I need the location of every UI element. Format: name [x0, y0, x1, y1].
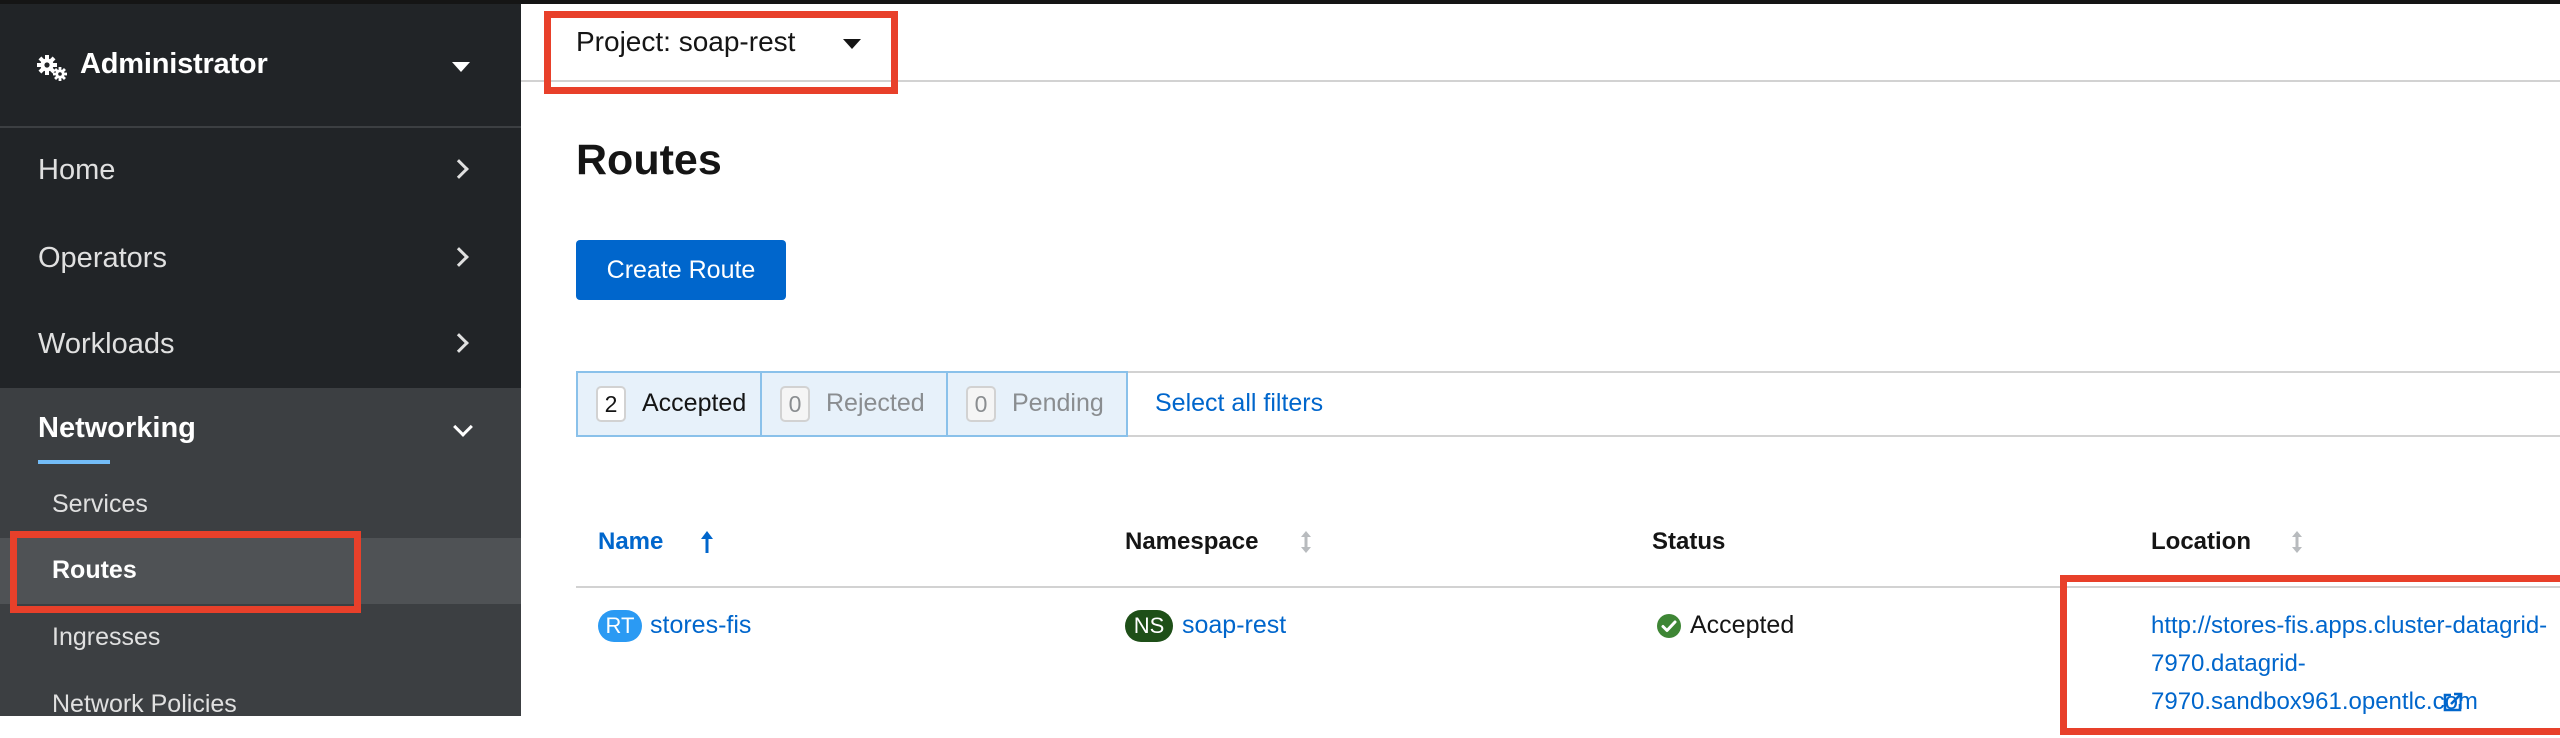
page-title: Routes	[576, 136, 722, 184]
nav-item-label: Routes	[52, 556, 137, 584]
sort-icon[interactable]	[2290, 530, 2304, 554]
location-line: http://stores-fis.apps.cluster-datagrid-	[2151, 612, 2548, 639]
nav-item-ingresses[interactable]: Ingresses	[0, 605, 521, 671]
perspective-switcher[interactable]: Administrator	[0, 4, 521, 128]
chevron-right-icon	[449, 333, 469, 353]
caret-down-icon	[843, 39, 861, 49]
table-row: RT stores-fis NS soap-rest Accepted http…	[576, 590, 2560, 720]
location-line: 7970.datagrid-	[2151, 650, 2306, 677]
chevron-right-icon	[449, 247, 469, 267]
nav-item-operators[interactable]: Operators	[0, 216, 521, 302]
nav-item-routes[interactable]: Routes	[0, 538, 521, 604]
nav-item-services[interactable]: Services	[0, 472, 521, 538]
project-bar: Project: soap-rest	[521, 4, 2560, 82]
column-header-name[interactable]: Name	[598, 528, 663, 556]
nav-item-label: Workloads	[38, 328, 175, 360]
filter-count: 2	[596, 386, 626, 422]
select-all-filters-link[interactable]: Select all filters	[1155, 389, 1323, 418]
filter-rejected[interactable]: 0 Rejected	[760, 371, 948, 437]
filter-label: Accepted	[642, 389, 747, 417]
project-selector[interactable]: Project: soap-rest	[561, 10, 881, 76]
namespace-badge: NS	[1125, 610, 1173, 642]
nav-item-label: Services	[52, 490, 148, 518]
nav-item-label: Operators	[38, 242, 167, 274]
check-circle-icon	[1657, 614, 1681, 638]
location-line: 7970.sandbox961.opentlc.com	[2151, 688, 2478, 715]
active-section-indicator	[38, 460, 110, 464]
sort-ascending-icon[interactable]	[700, 530, 714, 554]
namespace-link[interactable]: soap-rest	[1182, 611, 1286, 640]
nav-item-label: Home	[38, 154, 116, 186]
route-name-link[interactable]: stores-fis	[650, 611, 751, 640]
chevron-down-icon	[453, 417, 473, 437]
filter-pending[interactable]: 0 Pending	[946, 371, 1128, 437]
cogs-icon	[37, 55, 67, 81]
project-selector-label: Project: soap-rest	[576, 26, 796, 57]
filter-count: 0	[780, 386, 810, 422]
nav-item-label: Ingresses	[52, 623, 161, 651]
sort-icon[interactable]	[1299, 530, 1313, 554]
nav-section-networking: Networking Services Routes Ingresses Net…	[0, 388, 521, 718]
main-content: Project: soap-rest Routes Create Route 2…	[521, 4, 2560, 716]
column-header-status: Status	[1652, 528, 1726, 555]
nav-section-label: Networking	[38, 412, 196, 444]
nav-item-network-policies[interactable]: Network Policies	[0, 672, 521, 738]
table-header: Name Namespace Status Location	[576, 498, 2560, 588]
column-header-location[interactable]: Location	[2151, 528, 2251, 556]
route-badge: RT	[598, 610, 642, 642]
filter-label: Pending	[1012, 389, 1104, 417]
external-link-icon	[2443, 692, 2463, 712]
sidebar: Administrator Home Operators Workloads N…	[0, 4, 521, 718]
nav-section-toggle[interactable]: Networking	[0, 388, 521, 472]
chevron-right-icon	[449, 159, 469, 179]
filter-count: 0	[966, 386, 996, 422]
caret-down-icon	[452, 62, 470, 72]
filter-accepted[interactable]: 2 Accepted	[576, 371, 762, 437]
column-header-namespace[interactable]: Namespace	[1125, 528, 1258, 556]
status-text: Accepted	[1690, 611, 1795, 639]
create-route-button[interactable]: Create Route	[576, 240, 786, 300]
filter-label: Rejected	[826, 389, 925, 417]
filter-toolbar: 2 Accepted 0 Rejected 0 Pending Select a…	[576, 371, 2560, 437]
perspective-label: Administrator	[80, 48, 268, 80]
nav-item-label: Network Policies	[52, 690, 237, 718]
nav-item-workloads[interactable]: Workloads	[0, 302, 521, 388]
nav-item-home[interactable]: Home	[0, 128, 521, 214]
